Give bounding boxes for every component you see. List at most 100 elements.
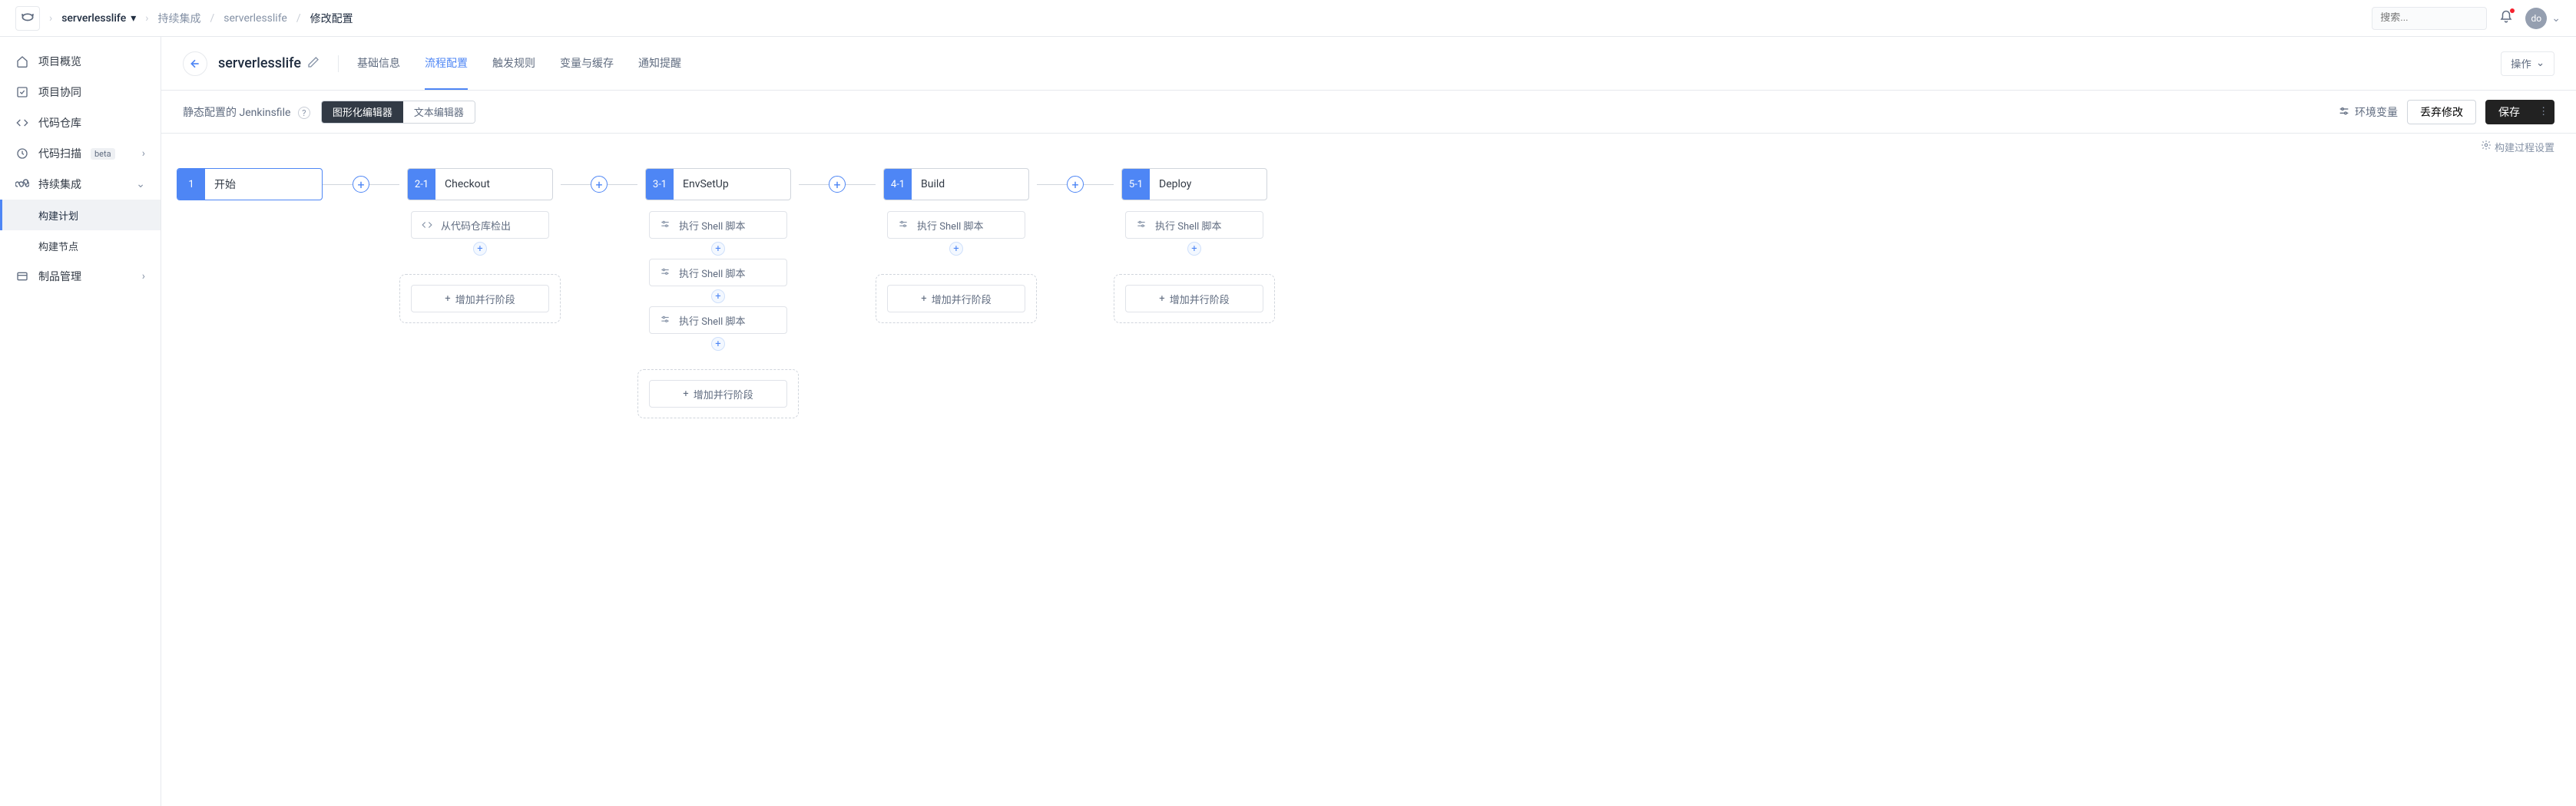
crumb-sep: ›: [49, 12, 52, 25]
search-input[interactable]: [2372, 7, 2487, 30]
add-stage-button[interactable]: +: [829, 176, 846, 193]
pipeline-canvas: 1开始 +2-1Checkout 从代码仓库检出 + + 增加并行阶段 +3-1EnvSet…: [161, 160, 2576, 449]
crumb-sep: ›: [145, 12, 148, 25]
scan-icon: [15, 147, 29, 160]
graphical-editor-button[interactable]: 图形化编辑器: [322, 101, 403, 123]
tab-basic-info[interactable]: 基础信息: [357, 37, 400, 90]
help-icon[interactable]: ?: [298, 107, 310, 119]
text-editor-button[interactable]: 文本编辑器: [403, 101, 475, 123]
sidebar-item-repo[interactable]: 代码仓库: [0, 107, 161, 138]
user-menu[interactable]: do ⌄: [2525, 8, 2561, 29]
tab-vars-cache[interactable]: 变量与缓存: [560, 37, 614, 90]
back-button[interactable]: [183, 51, 207, 76]
pencil-icon: [307, 56, 320, 68]
notifications-button[interactable]: [2499, 10, 2513, 27]
sidebar-item-artifacts[interactable]: 制品管理 ›: [0, 261, 161, 292]
sidebar-item-build-plan[interactable]: 构建计划: [0, 200, 161, 230]
edit-button[interactable]: [307, 56, 320, 71]
topbar: › serverlesslife ▾ › 持续集成 / serverlessli…: [0, 0, 2576, 37]
sidebar: 项目概览 项目协同 代码仓库 代码扫描 beta › 持续集成 ⌄ 构建计划 构…: [0, 37, 161, 806]
sliders-icon: [2338, 106, 2350, 118]
save-more-button[interactable]: ⋮: [2533, 100, 2554, 124]
search-field[interactable]: [2380, 12, 2508, 24]
breadcrumb[interactable]: 持续集成: [157, 11, 200, 26]
chevron-right-icon: ›: [142, 147, 145, 160]
sidebar-item-build-node[interactable]: 构建节点: [0, 230, 161, 261]
project-dropdown[interactable]: serverlesslife ▾: [61, 12, 136, 25]
sidebar-item-label: 构建节点: [38, 239, 78, 253]
sidebar-item-overview[interactable]: 项目概览: [0, 46, 161, 77]
actions-label: 操作: [2511, 56, 2531, 71]
stage-connector: +: [1037, 168, 1114, 200]
stage-name: EnvSetUp: [674, 169, 790, 200]
sidebar-item-scan[interactable]: 代码扫描 beta ›: [0, 138, 161, 169]
task-label: 执行 Shell 脚本: [679, 313, 746, 328]
parallel-zone: +增加并行阶段: [1114, 274, 1275, 323]
stage-node[interactable]: 4-1Build: [883, 168, 1029, 200]
add-task-button[interactable]: +: [1187, 242, 1201, 256]
sidebar-item-label: 持续集成: [38, 177, 81, 192]
add-stage-button[interactable]: +: [591, 176, 608, 193]
canvas-settings-link[interactable]: 构建过程设置: [161, 134, 2576, 160]
env-vars-label: 环境变量: [2355, 104, 2398, 120]
add-task-button[interactable]: +: [711, 242, 725, 256]
task-label: 执行 Shell 脚本: [917, 218, 984, 233]
task-item[interactable]: 执行 Shell 脚本: [649, 211, 787, 239]
task-item[interactable]: 执行 Shell 脚本: [1125, 211, 1263, 239]
tab-process-config[interactable]: 流程配置: [425, 37, 468, 90]
add-parallel-stage-button[interactable]: +增加并行阶段: [1125, 285, 1263, 312]
chevron-right-icon: ›: [142, 270, 145, 282]
stage-node[interactable]: 2-1Checkout: [407, 168, 553, 200]
add-parallel-stage-button[interactable]: + 增加并行阶段: [411, 285, 549, 312]
add-task-button[interactable]: +: [473, 242, 487, 256]
sidebar-item-collab[interactable]: 项目协同: [0, 77, 161, 107]
task-item[interactable]: 执行 Shell 脚本: [649, 259, 787, 286]
discard-button[interactable]: 丢弃修改: [2407, 100, 2476, 124]
page-header: serverlesslife 基础信息 流程配置 触发规则 变量与缓存 通知提醒…: [161, 37, 2576, 91]
stage-node[interactable]: 5-1Deploy: [1121, 168, 1267, 200]
caret-down-icon: ▾: [131, 12, 136, 25]
sidebar-item-label: 构建计划: [38, 208, 78, 223]
task-item[interactable]: 从代码仓库检出: [411, 211, 549, 239]
chevron-down-icon: ⌄: [2536, 58, 2545, 69]
tab-notifications[interactable]: 通知提醒: [638, 37, 681, 90]
add-task-button[interactable]: +: [949, 242, 963, 256]
plus-icon: +: [1159, 293, 1164, 305]
crumb-sep: /: [210, 12, 214, 25]
sliders-icon: [897, 220, 909, 230]
code-icon: [421, 220, 433, 230]
stage-node[interactable]: 1开始: [177, 168, 323, 200]
task-item[interactable]: 执行 Shell 脚本: [649, 306, 787, 334]
save-button[interactable]: 保存: [2485, 100, 2533, 124]
logo[interactable]: [15, 6, 40, 31]
sliders-icon: [1135, 220, 1147, 230]
chevron-down-icon: ⌄: [2551, 12, 2561, 25]
add-parallel-label: 增加并行阶段: [455, 292, 515, 306]
stage-node[interactable]: 3-1EnvSetUp: [645, 168, 791, 200]
task-label: 执行 Shell 脚本: [1155, 218, 1222, 233]
add-task-button[interactable]: +: [711, 289, 725, 303]
env-vars-button[interactable]: 环境变量: [2338, 104, 2398, 120]
sidebar-item-label: 代码仓库: [38, 115, 81, 130]
stage-name: Deploy: [1150, 169, 1266, 200]
sliders-icon: [659, 220, 671, 230]
check-square-icon: [15, 86, 29, 98]
task-item[interactable]: 执行 Shell 脚本: [887, 211, 1025, 239]
task-label: 执行 Shell 脚本: [679, 218, 746, 233]
breadcrumb[interactable]: serverlesslife: [223, 12, 287, 25]
sidebar-item-ci[interactable]: 持续集成 ⌄: [0, 169, 161, 200]
stage-connector: +: [799, 168, 876, 200]
actions-dropdown[interactable]: 操作 ⌄: [2501, 51, 2554, 76]
tab-trigger-rules[interactable]: 触发规则: [492, 37, 535, 90]
add-task-button[interactable]: +: [711, 337, 725, 351]
add-stage-button[interactable]: +: [353, 176, 369, 193]
add-stage-button[interactable]: +: [1067, 176, 1084, 193]
task-label: 执行 Shell 脚本: [679, 266, 746, 280]
crumb-sep: /: [296, 12, 301, 25]
add-parallel-stage-button[interactable]: +增加并行阶段: [649, 380, 787, 408]
gear-icon: [2481, 140, 2492, 150]
infinity-icon: [15, 177, 29, 191]
stage-connector: +: [561, 168, 637, 200]
add-parallel-stage-button[interactable]: +增加并行阶段: [887, 285, 1025, 312]
plus-icon: +: [445, 293, 450, 305]
